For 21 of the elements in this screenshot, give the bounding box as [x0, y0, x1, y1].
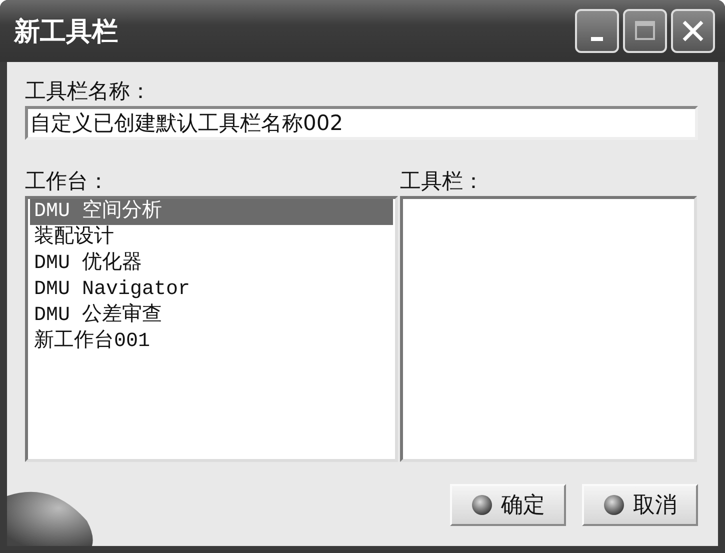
list-item[interactable]: DMU Navigator [30, 277, 393, 303]
window-title: 新工具栏 [14, 16, 118, 48]
list-item[interactable]: DMU 空间分析 [30, 199, 393, 225]
close-icon [680, 18, 706, 44]
dialog-button[interactable]: 确定 [450, 484, 566, 526]
list-item[interactable]: 新工作台001 [30, 329, 393, 355]
maximize-icon [633, 19, 657, 43]
sphere-icon [603, 494, 625, 516]
sphere-icon [471, 494, 493, 516]
close-button[interactable] [671, 9, 715, 53]
list-label: 工作台： [25, 168, 110, 194]
list-item[interactable]: DMU 公差审查 [30, 303, 393, 329]
list-item[interactable]: DMU 优化器 [30, 251, 393, 277]
dialog-button[interactable]: 取消 [582, 484, 698, 526]
toolbar-name-field[interactable]: 自定义已创建默认工具栏名称002 [25, 106, 698, 140]
list-item[interactable]: 装配设计 [30, 225, 393, 251]
list-label: 工具栏： [400, 168, 485, 194]
field-label: 工具栏名称： [25, 78, 152, 104]
maximize-button[interactable] [623, 9, 667, 53]
minimize-icon [591, 37, 603, 41]
minimize-button[interactable] [575, 9, 619, 53]
